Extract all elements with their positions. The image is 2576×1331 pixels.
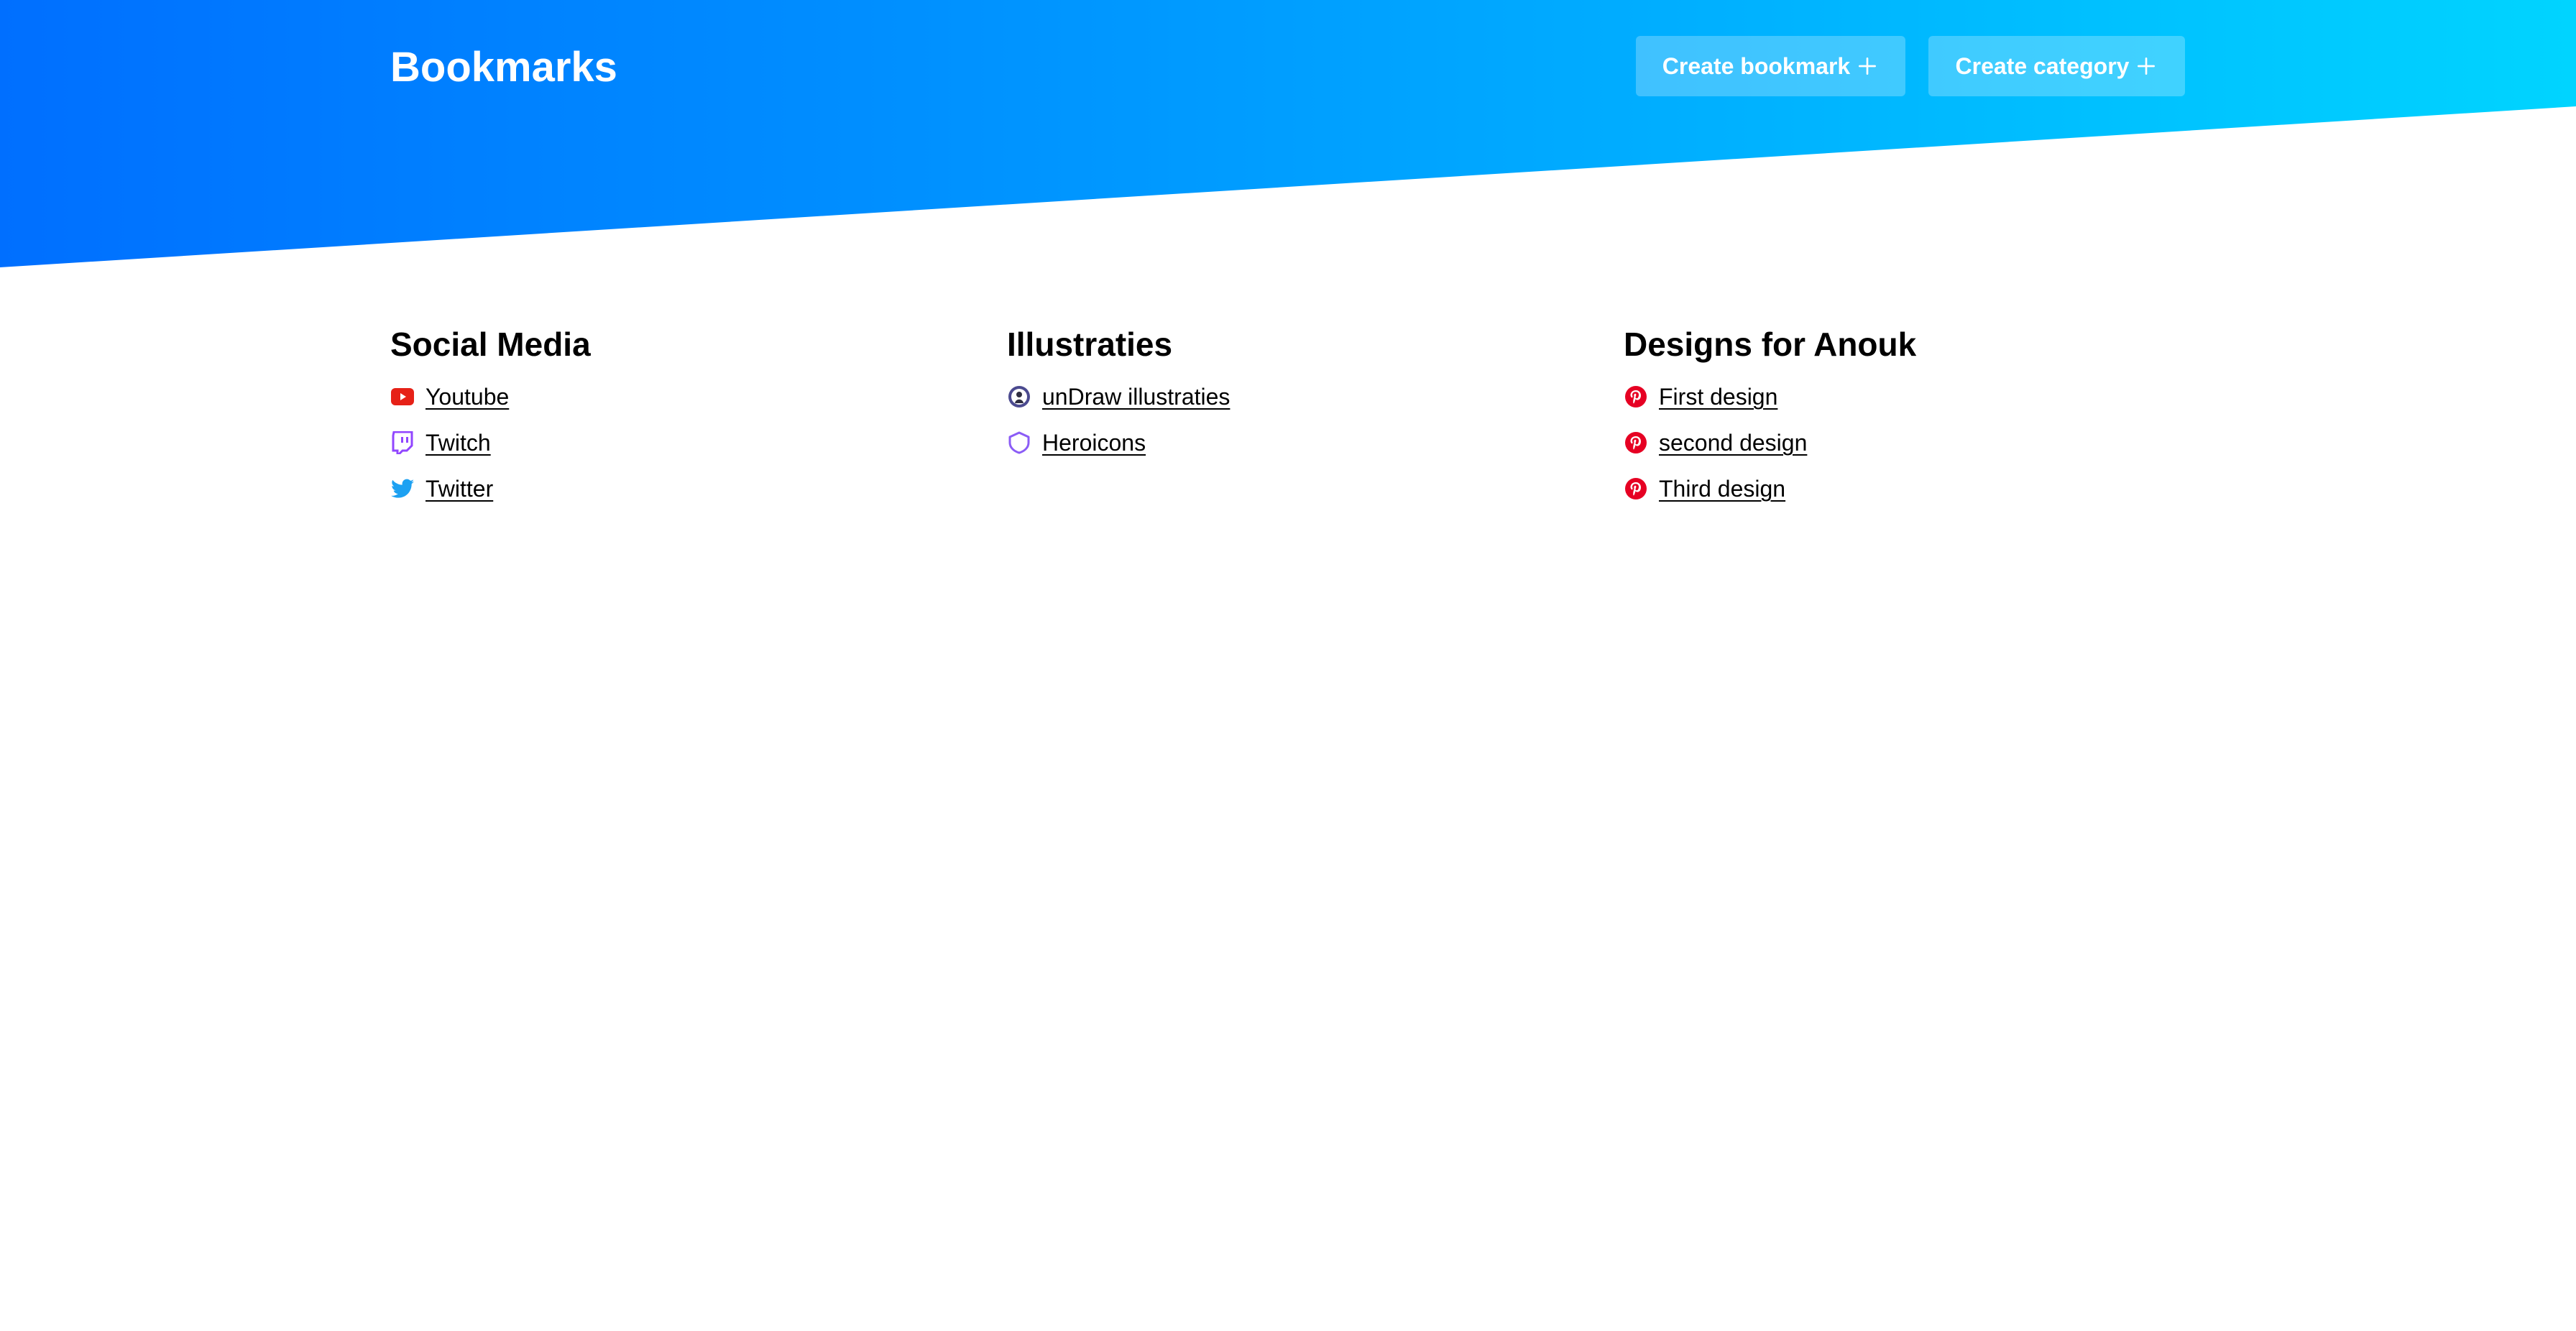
bookmark-item: First design (1624, 374, 2189, 420)
bookmark-item: Third design (1624, 466, 2189, 512)
heroicons-icon (1007, 430, 1031, 455)
page-title: Bookmarks (390, 44, 617, 91)
bookmark-list: unDraw illustraties Heroicons (1007, 374, 1624, 466)
bookmark-link-heroicons[interactable]: Heroicons (1042, 428, 1146, 457)
category-title: Social Media (390, 326, 591, 363)
twitch-icon (390, 430, 415, 455)
category-title: Illustraties (1007, 326, 1173, 363)
bookmark-link-first-design[interactable]: First design (1659, 382, 1777, 411)
plus-icon (2138, 57, 2156, 75)
bookmark-item: Twitter (390, 466, 1007, 512)
create-category-label: Create category (1955, 52, 2130, 79)
twitter-icon (390, 476, 415, 501)
bookmark-link-youtube[interactable]: Youtube (426, 382, 509, 411)
plus-icon (1859, 57, 1877, 75)
bookmark-item: Twitch (390, 420, 1007, 466)
category-designs-for-anouk: Designs for Anouk First design second de… (1624, 321, 2189, 512)
category-social-media: Social Media Youtube Twitch Twitter (390, 321, 1007, 512)
pinterest-icon (1624, 476, 1648, 501)
bookmark-link-undraw[interactable]: unDraw illustraties (1042, 382, 1230, 411)
bookmark-link-third-design[interactable]: Third design (1659, 474, 1785, 503)
category-illustraties: Illustraties unDraw illustraties Heroico… (1007, 321, 1624, 512)
category-title: Designs for Anouk (1624, 326, 1917, 363)
bookmark-link-twitter[interactable]: Twitter (426, 474, 493, 503)
category-grid: Social Media Youtube Twitch Twitter Illu… (390, 321, 2189, 512)
pinterest-icon (1624, 430, 1648, 455)
bookmark-link-second-design[interactable]: second design (1659, 428, 1807, 457)
youtube-icon (390, 384, 415, 409)
bookmarks-page: Bookmarks Create bookmark Create categor… (0, 0, 2576, 1331)
undraw-icon (1007, 384, 1031, 409)
bookmark-link-twitch[interactable]: Twitch (426, 428, 491, 457)
create-bookmark-label: Create bookmark (1662, 52, 1851, 79)
bookmark-item: Youtube (390, 374, 1007, 420)
bookmark-list: First design second design Third design (1624, 374, 2189, 512)
bookmark-list: Youtube Twitch Twitter (390, 374, 1007, 512)
top-bar: Bookmarks Create bookmark Create categor… (0, 0, 2576, 144)
pinterest-icon (1624, 384, 1648, 409)
create-category-button[interactable]: Create category (1928, 36, 2185, 96)
bookmark-item: unDraw illustraties (1007, 374, 1624, 420)
create-bookmark-button[interactable]: Create bookmark (1636, 36, 1905, 96)
bookmark-item: second design (1624, 420, 2189, 466)
bookmark-item: Heroicons (1007, 420, 1624, 466)
